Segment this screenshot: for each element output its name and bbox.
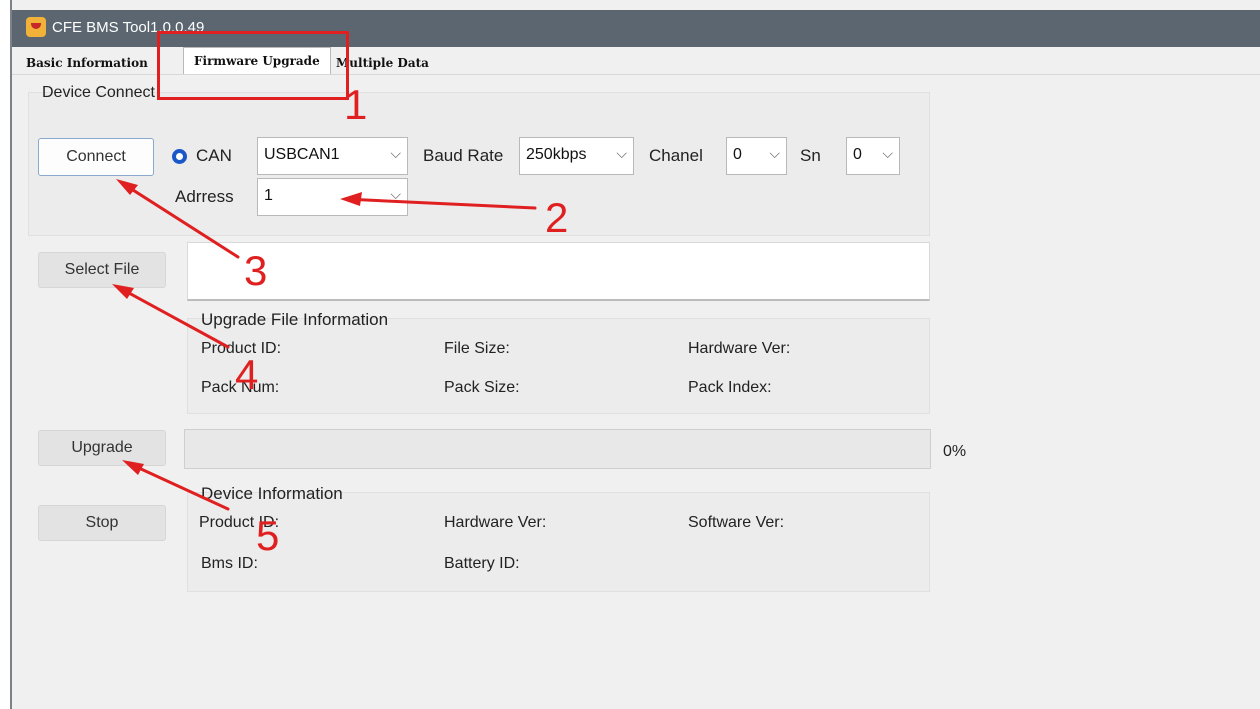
annotation-number-4: 4 <box>235 351 259 398</box>
red-arrow <box>122 460 144 475</box>
annotation-number-5: 5 <box>256 512 280 559</box>
red-arrow <box>116 285 230 349</box>
red-arrow <box>120 181 240 259</box>
annotation-number-3: 3 <box>244 247 268 294</box>
annotation-arrows <box>112 179 537 511</box>
annotation-number-2: 2 <box>545 194 569 241</box>
annotation-number-1: 1 <box>344 81 368 128</box>
red-arrow <box>126 461 230 511</box>
red-arrow <box>343 197 537 210</box>
red-arrow <box>340 192 362 206</box>
red-arrow <box>112 284 134 299</box>
